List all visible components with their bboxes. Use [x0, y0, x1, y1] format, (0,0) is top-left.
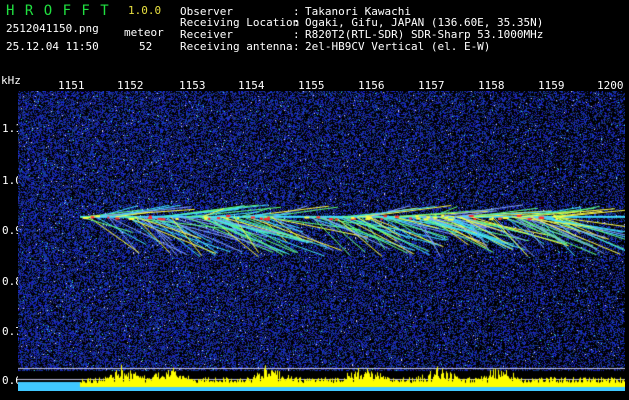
info-antenna: Receiving antenna: 2el-HB9CV Vertical (el… [180, 41, 490, 52]
app-logo: H R O F F T [6, 3, 110, 19]
x-tick: 1153 [179, 79, 206, 92]
x-tick: 1158 [478, 79, 505, 92]
info-sep: : [293, 16, 300, 29]
info-sep: : [293, 40, 300, 53]
x-tick: 1159 [538, 79, 565, 92]
x-tick: 1151 [58, 79, 85, 92]
x-tick: 1156 [358, 79, 385, 92]
meteor-label: meteor [124, 26, 164, 39]
info-key: Receiving Location [180, 16, 300, 29]
info-sep: : [293, 28, 300, 41]
info-key: Receiving antenna [180, 40, 293, 53]
x-tick: 1157 [418, 79, 445, 92]
meteor-count: 52 [139, 40, 153, 53]
info-receiver: Receiver: R820T2(RTL-SDR) SDR-Sharp 53.10… [180, 29, 543, 40]
date-time: 25.12.04 11:50 [6, 40, 99, 53]
info-location: Receiving Location: Ogaki, Gifu, JAPAN (1… [180, 17, 543, 28]
x-tick: 1152 [117, 79, 144, 92]
x-tick: 1155 [298, 79, 325, 92]
info-key: Receiver [180, 28, 233, 41]
info-value: 2el-HB9CV Vertical (el. E-W) [305, 40, 491, 53]
x-tick: 1154 [238, 79, 265, 92]
x-tick: 1200 [597, 79, 624, 92]
waterfall-spectrogram [18, 91, 625, 391]
app-version: 1.0.0 [128, 4, 162, 17]
file-name: 2512041150.png [6, 22, 99, 35]
y-unit-label: kHz [1, 74, 21, 87]
